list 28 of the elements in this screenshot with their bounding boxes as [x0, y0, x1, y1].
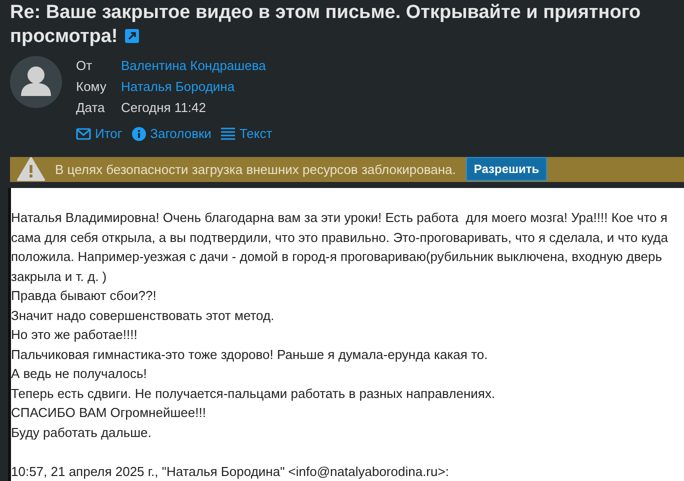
message-paragraph: Правда бывают сбои??!	[11, 287, 158, 305]
message-paragraph: Буду работать дальше.	[11, 424, 152, 442]
quote-header: 10:57, 21 апреля 2025 г., "Наталья Бородина" <info@natalyaborodina.ru>:	[11, 462, 450, 481]
message-paragraph: СПАСИБО ВАМ Огромнейшее!!!	[11, 404, 207, 422]
info-icon	[132, 126, 146, 141]
message-paragraph: Наталья Владимировна! Очень благодарна вам за эти уроки! Есть работа для моего мозга! Ура!!!! Кое что я сама для себя открыла, а вы подтвердили, что это правильно. Это-проговаривать, что я сделала, и что куда положила. Например-уезжая с дачи - домой в город-я проговариваю(рубильник выключена, входную дверь закрыла и т. д. )	[11, 209, 669, 286]
contact-link[interactable]: Наталья Бородина	[121, 76, 235, 96]
message-paragraph: Значит надо совершенствовать этот метод.	[11, 306, 276, 325]
email-subject: Re: Ваше закрытое видео в этом письме. Открывайте и приятного	[10, 2, 641, 23]
text-lines-icon	[221, 127, 236, 140]
view-tab[interactable]: Заголовки	[132, 124, 212, 144]
contact-link[interactable]: Валентина Кондрашева	[121, 56, 266, 76]
external-link-icon[interactable]	[124, 29, 139, 43]
message-paragraph: А ведь не получалось!	[11, 365, 148, 383]
email-subject: просмотра!	[10, 26, 118, 47]
message-paragraph: Теперь есть сдвиги. Не получается-пальцами работать в разных направлениях.	[11, 384, 496, 403]
view-tab[interactable]: Текст	[221, 124, 272, 144]
envelope-icon	[76, 128, 91, 140]
field-label: Кому	[76, 78, 108, 96]
field-label: От	[76, 56, 94, 75]
banner-message: В целях безопасности загрузка внешних ресурсов заблокирована.	[55, 160, 456, 179]
date-value: Сегодня 11:42	[121, 98, 206, 117]
message-paragraph: Но это же работае!!!!	[11, 326, 138, 344]
message-paragraph: Пальчиковая гимнастика-это тоже здорово! Раньше я думала-ерунда какая то.	[11, 346, 489, 364]
view-tab[interactable]: Итог	[76, 124, 122, 144]
avatar-icon	[10, 56, 62, 108]
field-label: Дата	[76, 98, 106, 117]
allow-button[interactable]: Разрешить	[466, 157, 548, 182]
